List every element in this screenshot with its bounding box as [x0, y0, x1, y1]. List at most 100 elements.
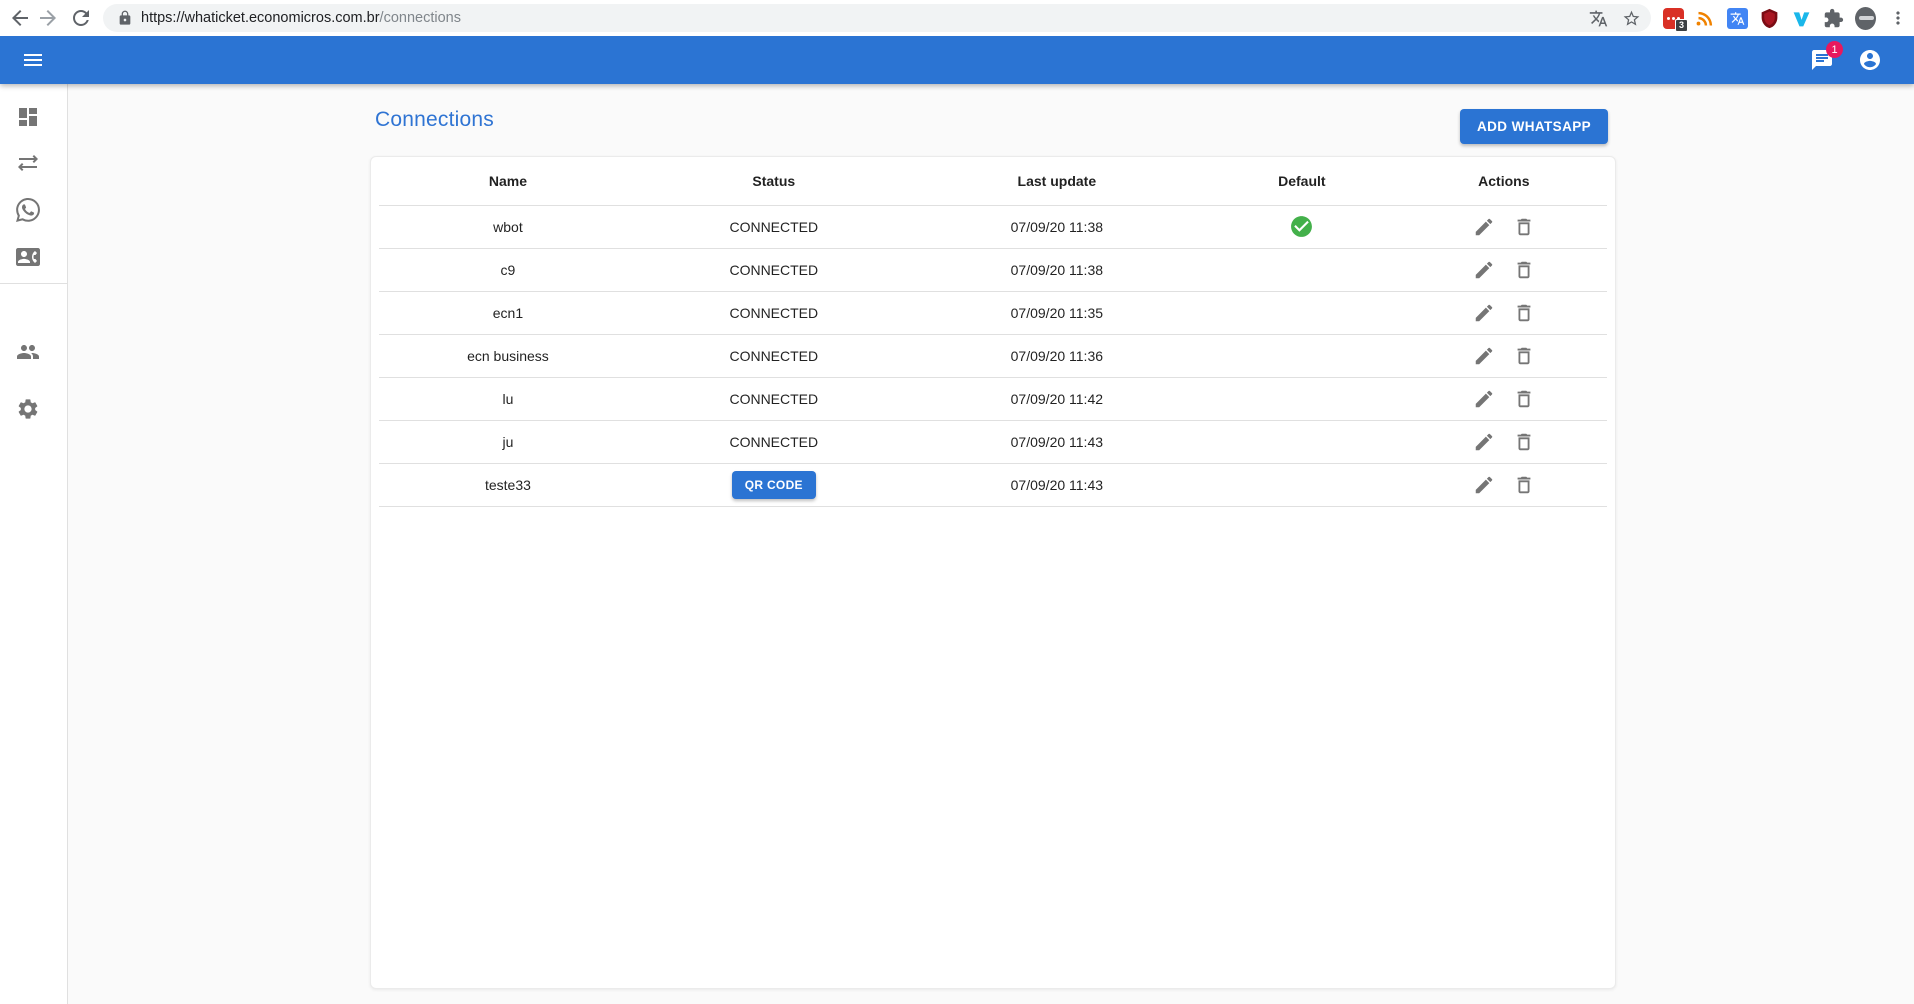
- browser-back-icon[interactable]: [8, 6, 32, 30]
- trash-icon: [1513, 431, 1535, 453]
- delete-button[interactable]: [1509, 255, 1539, 285]
- delete-button[interactable]: [1509, 212, 1539, 242]
- edit-pencil-icon: [1473, 388, 1495, 410]
- cell-last-update: 07/09/20 11:35: [911, 291, 1203, 334]
- trash-icon: [1513, 216, 1535, 238]
- cell-status: CONNECTED: [637, 420, 911, 463]
- url-origin: https://whaticket.economicros.com.br: [141, 10, 380, 26]
- cell-name: ecn1: [379, 291, 637, 334]
- cell-default: [1203, 334, 1401, 377]
- table-row: lu CONNECTED 07/09/20 11:42: [379, 377, 1607, 420]
- table-row: ecn business CONNECTED 07/09/20 11:36: [379, 334, 1607, 377]
- menu-icon[interactable]: [21, 48, 45, 72]
- cell-last-update: 07/09/20 11:42: [911, 377, 1203, 420]
- profile-avatar[interactable]: [1855, 8, 1876, 29]
- puzzle-extensions-icon[interactable]: [1823, 8, 1844, 29]
- sidebar: [0, 84, 68, 1004]
- dashboard-icon: [16, 105, 40, 129]
- cell-last-update: 07/09/20 11:36: [911, 334, 1203, 377]
- address-bar[interactable]: https://whaticket.economicros.com.br/con…: [103, 4, 1651, 32]
- add-whatsapp-button[interactable]: ADD WHATSAPP: [1460, 109, 1608, 144]
- swap-arrows-icon: [16, 151, 40, 175]
- delete-button[interactable]: [1509, 384, 1539, 414]
- kebab-menu-icon[interactable]: [1887, 8, 1908, 29]
- cell-actions: [1401, 377, 1607, 420]
- edit-button[interactable]: [1469, 341, 1499, 371]
- cell-default: [1203, 377, 1401, 420]
- cell-name: lu: [379, 377, 637, 420]
- table-row: ju CONNECTED 07/09/20 11:43: [379, 420, 1607, 463]
- translate-page-icon[interactable]: [1589, 9, 1608, 28]
- chat-icon[interactable]: 1: [1810, 48, 1834, 72]
- extension-badge: 3: [1675, 19, 1688, 32]
- header-last-update: Last update: [911, 157, 1203, 205]
- settings-gear-icon: [16, 397, 40, 421]
- header-name: Name: [379, 157, 637, 205]
- cell-name: ecn business: [379, 334, 637, 377]
- cell-default: [1203, 463, 1401, 506]
- cell-default: [1203, 248, 1401, 291]
- cell-status: CONNECTED: [637, 291, 911, 334]
- edit-pencil-icon: [1473, 259, 1495, 281]
- trash-icon: [1513, 302, 1535, 324]
- edit-button[interactable]: [1469, 384, 1499, 414]
- delete-button[interactable]: [1509, 298, 1539, 328]
- edit-button[interactable]: [1469, 298, 1499, 328]
- cell-actions: [1401, 334, 1607, 377]
- cell-actions: [1401, 248, 1607, 291]
- cell-last-update: 07/09/20 11:43: [911, 463, 1203, 506]
- sidebar-item-connections[interactable]: [16, 151, 40, 175]
- table-row: ecn1 CONNECTED 07/09/20 11:35: [379, 291, 1607, 334]
- edit-pencil-icon: [1473, 302, 1495, 324]
- header-actions: Actions: [1401, 157, 1607, 205]
- bookmark-star-icon[interactable]: [1622, 9, 1641, 28]
- edit-button[interactable]: [1469, 427, 1499, 457]
- sidebar-item-settings[interactable]: [16, 397, 40, 421]
- lock-icon[interactable]: [117, 10, 133, 26]
- table-row: teste33 QR CODE 07/09/20 11:43: [379, 463, 1607, 506]
- cell-last-update: 07/09/20 11:43: [911, 420, 1203, 463]
- notification-badge: 1: [1826, 41, 1843, 58]
- delete-button[interactable]: [1509, 470, 1539, 500]
- cell-default: [1203, 291, 1401, 334]
- sidebar-item-contacts[interactable]: [16, 245, 40, 269]
- edit-button[interactable]: [1469, 470, 1499, 500]
- browser-toolbar: https://whaticket.economicros.com.br/con…: [0, 0, 1914, 36]
- delete-button[interactable]: [1509, 427, 1539, 457]
- url-text: https://whaticket.economicros.com.br/con…: [141, 10, 461, 26]
- red-dots-extension-icon[interactable]: 3: [1663, 8, 1684, 29]
- cell-actions: [1401, 291, 1607, 334]
- cell-actions: [1401, 420, 1607, 463]
- qr-code-button[interactable]: QR CODE: [732, 471, 816, 499]
- whatsapp-icon: [16, 198, 40, 222]
- sidebar-item-tickets[interactable]: [16, 198, 40, 222]
- trash-icon: [1513, 345, 1535, 367]
- browser-forward-icon[interactable]: [36, 6, 60, 30]
- vimeo-icon[interactable]: [1791, 8, 1812, 29]
- cell-status: CONNECTED: [637, 377, 911, 420]
- edit-button[interactable]: [1469, 212, 1499, 242]
- edit-pencil-icon: [1473, 474, 1495, 496]
- ublock-shield-icon[interactable]: [1759, 8, 1780, 29]
- cell-default: [1203, 420, 1401, 463]
- delete-button[interactable]: [1509, 341, 1539, 371]
- account-circle-icon[interactable]: [1858, 48, 1882, 72]
- url-path: /connections: [380, 10, 461, 26]
- main-content: Connections ADD WHATSAPP Name Status Las…: [68, 84, 1914, 1004]
- browser-reload-icon[interactable]: [69, 6, 93, 30]
- sidebar-item-dashboard[interactable]: [16, 105, 40, 129]
- default-check-icon: [1289, 214, 1314, 239]
- cell-name: wbot: [379, 205, 637, 248]
- cell-name: teste33: [379, 463, 637, 506]
- cell-default: [1203, 205, 1401, 248]
- cell-status: CONNECTED: [637, 205, 911, 248]
- people-icon: [16, 340, 40, 364]
- cell-last-update: 07/09/20 11:38: [911, 205, 1203, 248]
- cell-status: CONNECTED: [637, 248, 911, 291]
- translate-extension-icon[interactable]: [1727, 8, 1748, 29]
- sidebar-divider: [0, 283, 68, 284]
- app-bar: 1: [0, 36, 1914, 84]
- sidebar-item-users[interactable]: [16, 340, 40, 364]
- rss-icon[interactable]: [1695, 8, 1716, 29]
- edit-button[interactable]: [1469, 255, 1499, 285]
